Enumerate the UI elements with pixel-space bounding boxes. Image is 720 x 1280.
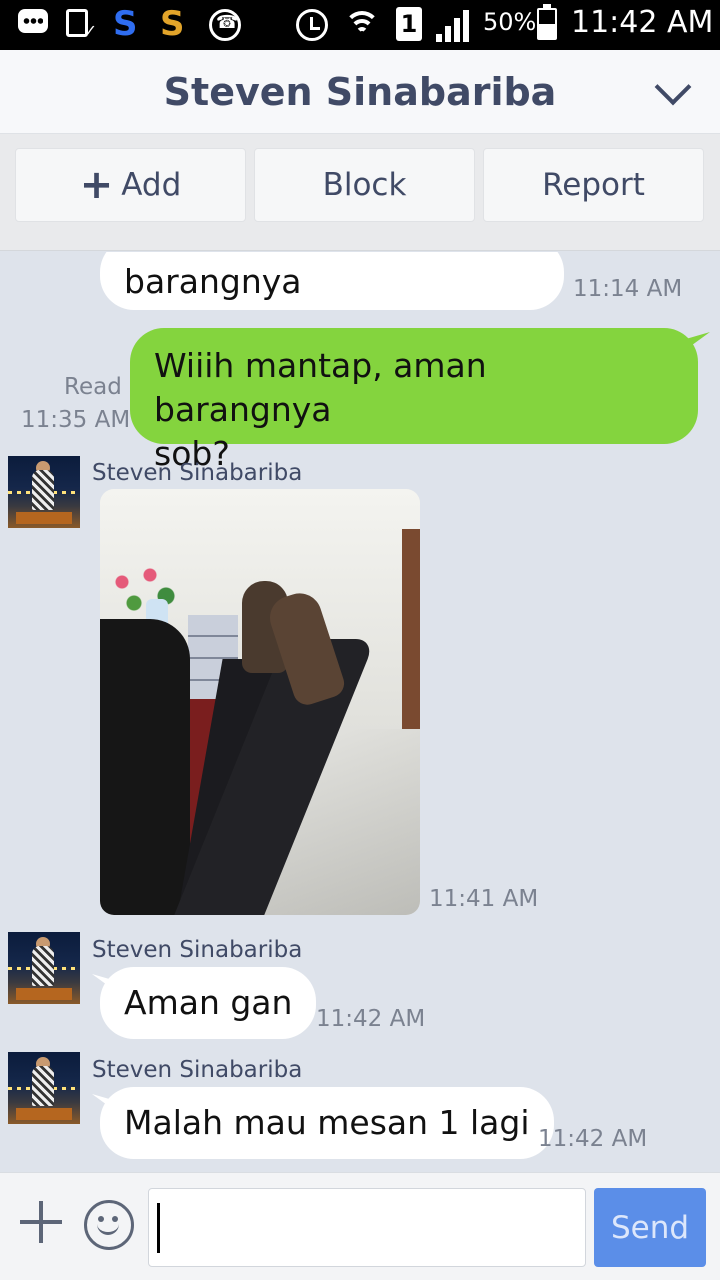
- report-button-label: Report: [542, 167, 645, 203]
- whatsapp-icon: [209, 9, 241, 41]
- add-button-label: Add: [121, 167, 182, 203]
- message-timestamp: 11:35 AM: [21, 407, 131, 433]
- incoming-message-bubble[interactable]: Malah mau mesan 1 lagi: [100, 1087, 554, 1159]
- contact-name-title[interactable]: Steven Sinabariba: [0, 70, 720, 114]
- avatar[interactable]: [8, 932, 80, 1004]
- block-button[interactable]: Block: [254, 148, 475, 222]
- avatar[interactable]: [8, 1052, 80, 1124]
- chat-header: Steven Sinabariba: [0, 50, 720, 134]
- message-text-line: Wiiih mantap, aman barangnya: [154, 346, 487, 429]
- send-button[interactable]: Send: [594, 1188, 706, 1267]
- incoming-message-bubble[interactable]: Aman gan: [100, 967, 317, 1039]
- chevron-down-icon[interactable]: [652, 80, 692, 104]
- sender-name: Steven Sinabariba: [92, 937, 303, 963]
- chat-notification-icon: [18, 9, 48, 33]
- plus-icon: +: [79, 162, 114, 208]
- alarm-icon: [296, 9, 328, 41]
- image-message[interactable]: [100, 489, 420, 915]
- status-time: 11:42 AM: [571, 5, 714, 40]
- message-text: barangnya: [124, 262, 302, 301]
- s-app-blue-icon: S: [113, 4, 138, 44]
- message-timestamp: 11:14 AM: [573, 276, 683, 302]
- message-timestamp: 11:42 AM: [316, 1006, 426, 1032]
- message-input[interactable]: [148, 1188, 586, 1267]
- battery-percent: 50%: [483, 8, 537, 36]
- signal-icon: [436, 8, 470, 42]
- message-timestamp: 11:42 AM: [538, 1126, 648, 1152]
- message-timestamp: 11:41 AM: [429, 886, 539, 912]
- message-text: Aman gan: [124, 983, 293, 1022]
- s-app-orange-icon: S: [160, 4, 185, 44]
- block-button-label: Block: [322, 167, 407, 203]
- avatar[interactable]: [8, 456, 80, 528]
- status-bar: S S 1 50% 11:42 AM: [0, 0, 720, 50]
- sim-slot-icon: 1: [396, 7, 422, 41]
- message-input-bar: Send: [0, 1172, 720, 1280]
- contact-action-bar: + Add Block Report: [0, 134, 720, 251]
- document-check-icon: [66, 9, 97, 40]
- message-list[interactable]: barangnya 11:14 AM Read 11:35 AM Wiiih m…: [0, 252, 720, 1172]
- emoji-icon[interactable]: [84, 1200, 134, 1250]
- report-button[interactable]: Report: [483, 148, 704, 222]
- battery-icon: [537, 4, 557, 40]
- bubble-tail: [688, 332, 710, 348]
- add-button[interactable]: + Add: [15, 148, 246, 222]
- message-text: Malah mau mesan 1 lagi: [124, 1103, 530, 1142]
- sender-name: Steven Sinabariba: [92, 460, 303, 486]
- incoming-message-bubble[interactable]: barangnya: [100, 252, 564, 310]
- wifi-icon: [343, 9, 381, 43]
- text-cursor: [157, 1203, 160, 1253]
- plus-icon[interactable]: [18, 1199, 64, 1245]
- outgoing-message-bubble[interactable]: Wiiih mantap, aman barangnya sob?: [130, 328, 698, 473]
- sender-name: Steven Sinabariba: [92, 1057, 303, 1083]
- read-receipt: Read: [64, 374, 122, 400]
